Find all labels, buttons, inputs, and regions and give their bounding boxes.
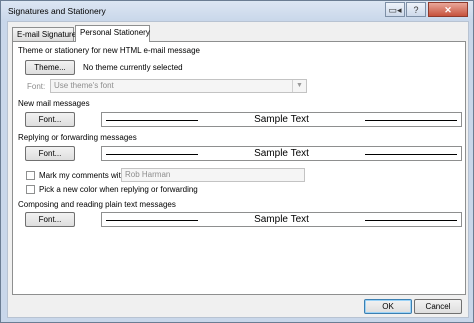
reply-forward-section-label: Replying or forwarding messages	[18, 133, 137, 142]
title-bar: Signatures and Stationery ▭◂ ? ✕	[1, 1, 473, 21]
window-title: Signatures and Stationery	[8, 6, 106, 16]
pick-new-color-label: Pick a new color when replying or forwar…	[39, 185, 198, 194]
ok-button[interactable]: OK	[364, 299, 412, 314]
new-mail-font-button[interactable]: Font...	[25, 112, 75, 127]
mark-comments-label: Mark my comments with:	[39, 171, 128, 180]
plain-text-font-button[interactable]: Font...	[25, 212, 75, 227]
help-icon[interactable]: ?	[406, 2, 426, 17]
theme-font-select[interactable]: Use theme's font ▼	[50, 79, 307, 93]
chevron-down-icon: ▼	[292, 80, 306, 92]
personal-stationery-panel: Theme or stationery for new HTML e-mail …	[12, 41, 466, 295]
signatures-stationery-dialog: Signatures and Stationery ▭◂ ? ✕ E-mail …	[0, 0, 474, 323]
theme-section-label: Theme or stationery for new HTML e-mail …	[18, 46, 200, 55]
mark-comments-checkbox[interactable]	[26, 171, 35, 180]
new-mail-section-label: New mail messages	[18, 99, 90, 108]
mark-comments-input[interactable]: Rob Harman	[121, 168, 305, 182]
font-label: Font:	[27, 82, 46, 91]
new-mail-sample-preview: Sample Text	[101, 112, 462, 127]
plain-text-sample-preview: Sample Text	[101, 212, 462, 227]
plain-text-section-label: Composing and reading plain text message…	[18, 200, 176, 209]
theme-status-text: No theme currently selected	[83, 63, 183, 72]
tab-personal-stationery[interactable]: Personal Stationery	[75, 25, 150, 42]
reply-forward-sample-preview: Sample Text	[101, 146, 462, 161]
new-mail-sample-text: Sample Text	[254, 114, 309, 125]
dialog-client-area: E-mail Signature Personal Stationery The…	[7, 21, 469, 318]
reply-forward-font-button[interactable]: Font...	[25, 146, 75, 161]
tab-email-signature[interactable]: E-mail Signature	[12, 27, 76, 41]
cancel-button[interactable]: Cancel	[414, 299, 462, 314]
system-menu-icon[interactable]: ▭◂	[385, 2, 405, 17]
theme-button[interactable]: Theme...	[25, 60, 75, 75]
reply-forward-sample-text: Sample Text	[254, 148, 309, 159]
theme-font-value: Use theme's font	[54, 81, 114, 90]
plain-text-sample-text: Sample Text	[254, 214, 309, 225]
pick-new-color-checkbox[interactable]	[26, 185, 35, 194]
close-icon[interactable]: ✕	[428, 2, 468, 17]
